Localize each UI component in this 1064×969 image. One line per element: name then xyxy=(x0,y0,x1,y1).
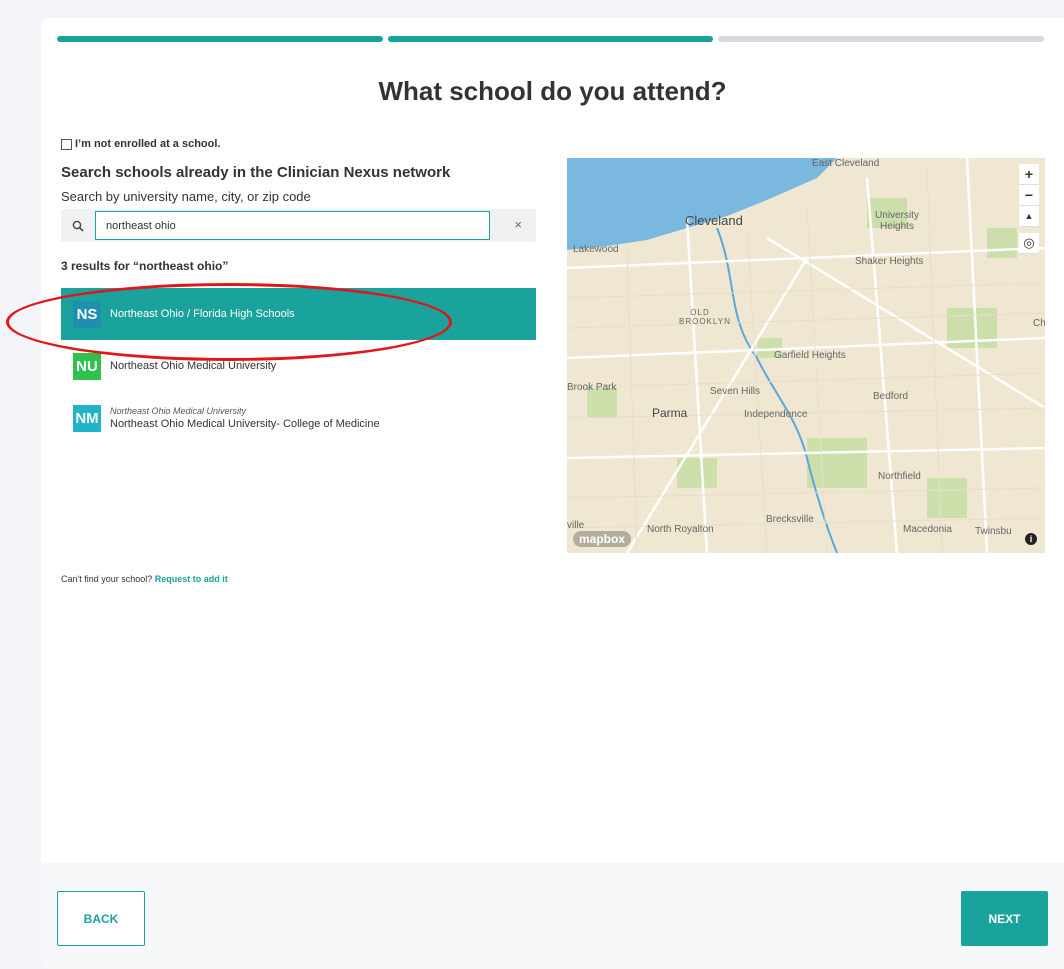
wizard-card: What school do you attend? I’m not enrol… xyxy=(41,18,1064,969)
progress-step-3 xyxy=(718,36,1045,42)
compass-icon[interactable]: ▲ xyxy=(1019,206,1039,227)
map-label: Seven Hills xyxy=(710,386,761,397)
result-badge: NM xyxy=(73,404,101,432)
locate-icon[interactable]: ◎ xyxy=(1019,233,1039,254)
page-title: What school do you attend? xyxy=(378,76,727,106)
map[interactable]: East Cleveland Cleveland University Heig… xyxy=(567,158,1045,553)
result-name: Northeast Ohio Medical University xyxy=(110,360,277,372)
map-label: Bedford xyxy=(873,391,909,402)
map-label: Shaker Heights xyxy=(855,256,924,267)
school-search-input[interactable] xyxy=(95,211,490,240)
mapbox-logo: mapbox xyxy=(573,531,632,547)
progress-bar xyxy=(57,36,1045,42)
not-enrolled-checkbox[interactable] xyxy=(61,138,72,150)
zoom-out-button[interactable]: − xyxy=(1019,185,1039,206)
result-name: Northeast Ohio / Florida High Schools xyxy=(110,308,295,320)
map-label: Parma xyxy=(652,406,688,420)
map-label: East Cleveland xyxy=(812,158,880,169)
search-heading: Search schools already in the Clinician … xyxy=(61,164,451,181)
result-item[interactable]: NM Northeast Ohio Medical University Nor… xyxy=(61,392,536,444)
result-parent-name: Northeast Ohio Medical University xyxy=(110,406,247,416)
map-label: Garfield Heights xyxy=(774,350,846,361)
map-label: Independence xyxy=(744,409,808,420)
result-name: Northeast Ohio Medical University- Colle… xyxy=(110,418,380,430)
map-label: University Heights xyxy=(875,210,919,232)
request-to-add-link[interactable]: Request to add it xyxy=(155,574,228,584)
progress-step-1 xyxy=(57,36,383,42)
map-label: North Royalton xyxy=(647,524,714,535)
search-bar: × xyxy=(61,209,536,242)
map-label: Ch xyxy=(1033,318,1045,329)
result-badge: NU xyxy=(73,352,101,380)
map-label: Brook Park xyxy=(567,382,617,393)
map-label: Brecksville xyxy=(766,514,814,525)
info-icon[interactable]: i xyxy=(1025,533,1037,545)
cant-find-text: Can't find your school? xyxy=(61,574,153,584)
map-controls: + − ▲ ◎ xyxy=(1019,164,1039,254)
cant-find-note: Can't find your school? Request to add i… xyxy=(61,574,228,584)
next-button[interactable]: NEXT xyxy=(961,891,1048,946)
search-hint: Search by university name, city, or zip … xyxy=(61,189,311,204)
map-label: Twinsbu xyxy=(975,526,1012,537)
search-icon xyxy=(61,209,95,242)
zoom-in-button[interactable]: + xyxy=(1019,164,1039,185)
results-list: NS Northeast Ohio / Florida High Schools… xyxy=(61,288,536,444)
progress-step-2 xyxy=(387,36,714,42)
result-item[interactable]: NS Northeast Ohio / Florida High Schools xyxy=(61,288,536,340)
map-label: Cleveland xyxy=(685,213,743,228)
result-item[interactable]: NU Northeast Ohio Medical University xyxy=(61,340,536,392)
back-button[interactable]: BACK xyxy=(57,891,145,946)
map-label: Lakewood xyxy=(573,244,619,255)
results-count: 3 results for “northeast ohio” xyxy=(61,259,229,273)
not-enrolled-label: I’m not enrolled at a school. xyxy=(75,138,221,150)
map-label: Macedonia xyxy=(903,524,952,535)
map-label: ville xyxy=(567,520,585,531)
map-label: Northfield xyxy=(878,471,921,482)
school-search-panel: I’m not enrolled at a school. Search sch… xyxy=(61,138,536,444)
not-enrolled-option[interactable]: I’m not enrolled at a school. xyxy=(61,138,536,150)
map-label: OLD BROOKLYN xyxy=(679,308,731,326)
wizard-footer: BACK NEXT xyxy=(41,863,1064,969)
result-badge: NS xyxy=(73,300,101,328)
clear-search-icon[interactable]: × xyxy=(514,217,522,232)
